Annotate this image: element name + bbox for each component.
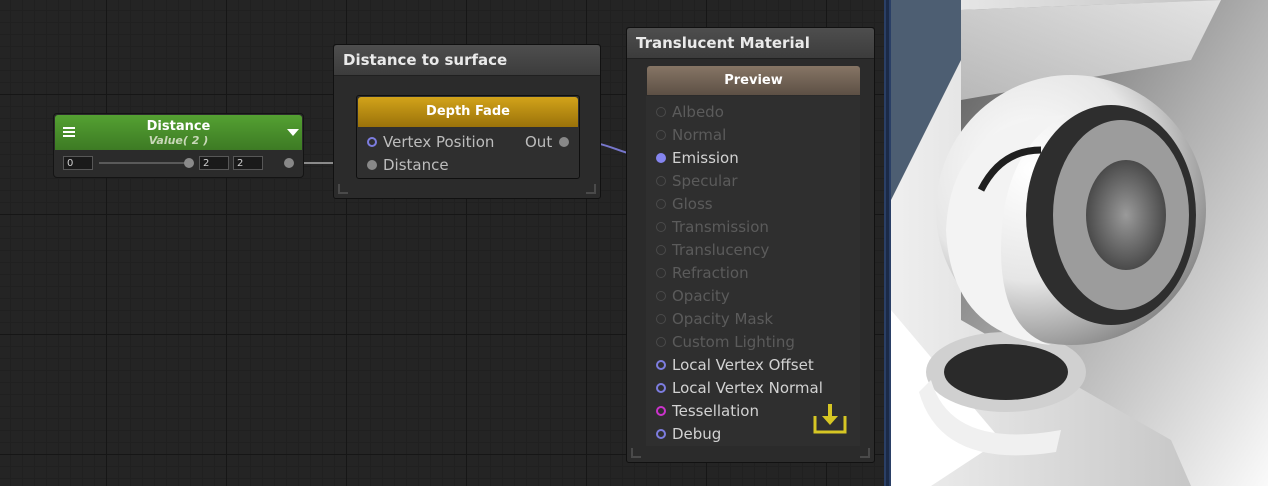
value-slider[interactable] <box>99 162 189 164</box>
preview-title: Preview <box>724 73 783 88</box>
input-port[interactable] <box>656 429 666 439</box>
input-label: Emission <box>672 149 739 167</box>
material-header[interactable]: Translucent Material <box>627 28 874 59</box>
material-input-local-vertex-normal[interactable]: Local Vertex Normal <box>646 377 860 400</box>
input-label: Refraction <box>672 264 749 282</box>
resize-handle[interactable] <box>586 184 596 194</box>
input-port[interactable] <box>656 153 666 163</box>
material-input-opacity[interactable]: Opacity <box>646 285 860 308</box>
input-port[interactable] <box>656 360 666 370</box>
input-label: Local Vertex Offset <box>672 356 814 374</box>
material-input-transmission[interactable]: Transmission <box>646 216 860 239</box>
input-port[interactable] <box>656 130 666 140</box>
vertex-position-label: Vertex Position <box>383 133 495 151</box>
group-title: Distance to surface <box>343 51 508 69</box>
preview-render <box>891 0 1268 486</box>
input-port[interactable] <box>656 314 666 324</box>
material-input-opacity-mask[interactable]: Opacity Mask <box>646 308 860 331</box>
value-node-subtitle: Value( 2 ) <box>148 134 209 147</box>
value-output-port[interactable] <box>284 158 294 168</box>
material-input-custom-lighting[interactable]: Custom Lighting <box>646 331 860 354</box>
out-label: Out <box>525 133 553 151</box>
input-port[interactable] <box>656 245 666 255</box>
input-label: Transmission <box>672 218 769 236</box>
corner-decoration <box>631 448 641 458</box>
min-field[interactable]: 0 <box>63 156 93 170</box>
depth-fade-node[interactable]: Depth Fade Vertex Position Distance Out <box>356 95 580 179</box>
out-port[interactable] <box>559 137 569 147</box>
input-label: Opacity Mask <box>672 310 774 328</box>
input-port[interactable] <box>656 176 666 186</box>
node-canvas[interactable]: Distance Value( 2 ) 0 2 2 Distance to su… <box>0 0 884 486</box>
resize-handle[interactable] <box>860 448 870 458</box>
input-label: Tessellation <box>672 402 759 420</box>
value-node-header[interactable]: Distance Value( 2 ) <box>55 115 302 150</box>
input-port[interactable] <box>656 268 666 278</box>
material-input-specular[interactable]: Specular <box>646 170 860 193</box>
input-port[interactable] <box>656 291 666 301</box>
input-label: Specular <box>672 172 738 190</box>
distance-input-port[interactable] <box>367 160 377 170</box>
depth-fade-header[interactable]: Depth Fade <box>358 97 578 127</box>
group-header[interactable]: Distance to surface <box>334 45 600 76</box>
input-label: Debug <box>672 425 722 443</box>
material-input-translucency[interactable]: Translucency <box>646 239 860 262</box>
input-port[interactable] <box>656 383 666 393</box>
depth-fade-title: Depth Fade <box>426 104 510 119</box>
input-port[interactable] <box>656 406 666 416</box>
input-label: Local Vertex Normal <box>672 379 823 397</box>
input-label: Albedo <box>672 103 724 121</box>
corner-decoration <box>338 184 348 194</box>
material-inputs-panel: Albedo Normal Emission Specular Gloss Transmi… <box>646 96 860 446</box>
material-preview-viewport[interactable] <box>891 0 1268 486</box>
material-input-local-vertex-offset[interactable]: Local Vertex Offset <box>646 354 860 377</box>
distance-input-label: Distance <box>383 156 449 174</box>
input-port[interactable] <box>656 222 666 232</box>
input-port[interactable] <box>656 199 666 209</box>
slider-thumb[interactable] <box>184 158 194 168</box>
input-port[interactable] <box>656 337 666 347</box>
material-input-refraction[interactable]: Refraction <box>646 262 860 285</box>
distance-to-surface-group[interactable]: Distance to surface Depth Fade Vertex Po… <box>333 44 601 199</box>
material-input-gloss[interactable]: Gloss <box>646 193 860 216</box>
distance-value-node[interactable]: Distance Value( 2 ) 0 2 2 <box>53 113 304 178</box>
value-node-title: Distance <box>146 119 211 134</box>
translucent-material-node[interactable]: Translucent Material Preview Albedo Norma… <box>626 27 875 463</box>
preview-header[interactable]: Preview <box>647 66 860 95</box>
material-input-albedo[interactable]: Albedo <box>646 101 860 124</box>
input-label: Translucency <box>672 241 770 259</box>
max-field[interactable]: 2 <box>233 156 263 170</box>
material-input-emission[interactable]: Emission <box>646 147 860 170</box>
input-label: Opacity <box>672 287 730 305</box>
value-field[interactable]: 2 <box>199 156 229 170</box>
vertex-position-port[interactable] <box>367 137 377 147</box>
save-download-icon[interactable] <box>812 402 848 436</box>
input-label: Normal <box>672 126 727 144</box>
dropdown-triangle-icon[interactable] <box>287 129 299 136</box>
input-label: Gloss <box>672 195 713 213</box>
panel-divider[interactable] <box>884 0 891 486</box>
material-input-normal[interactable]: Normal <box>646 124 860 147</box>
input-label: Custom Lighting <box>672 333 795 351</box>
input-port[interactable] <box>656 107 666 117</box>
material-title: Translucent Material <box>636 34 810 52</box>
